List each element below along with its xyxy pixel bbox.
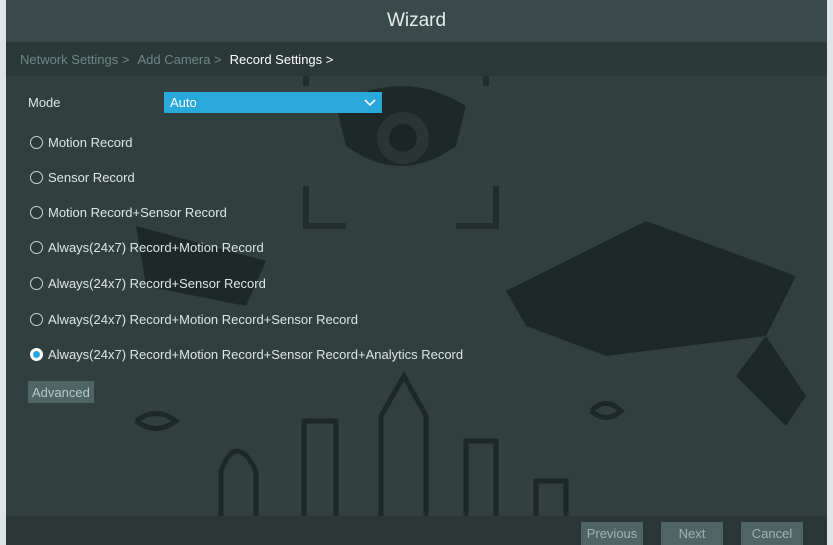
mode-label: Mode — [28, 95, 61, 110]
mode-select[interactable]: Auto — [164, 92, 382, 113]
option-label: Always(24x7) Record+Motion Record — [48, 239, 264, 255]
mode-select-value: Auto — [170, 95, 197, 110]
radio-selected-icon[interactable] — [30, 347, 43, 361]
option-motion-record[interactable]: Motion Record — [30, 132, 133, 152]
advanced-button[interactable]: Advanced — [28, 381, 94, 403]
option-sensor-record[interactable]: Sensor Record — [30, 167, 135, 187]
option-label: Motion Record+Sensor Record — [48, 204, 227, 220]
option-always-motion-record[interactable]: Always(24x7) Record+Motion Record — [30, 237, 264, 257]
radio-icon[interactable] — [30, 240, 43, 254]
radio-icon[interactable] — [30, 276, 43, 290]
option-label: Sensor Record — [48, 169, 135, 185]
radio-icon[interactable] — [30, 135, 43, 149]
wizard-window: Wizard Network Settings > Add Camera > R… — [6, 0, 827, 545]
breadcrumb-add-camera[interactable]: Add Camera > — [137, 52, 221, 67]
chevron-down-icon — [364, 95, 376, 110]
option-label: Always(24x7) Record+Motion Record+Sensor… — [48, 346, 464, 362]
breadcrumb-network-settings[interactable]: Network Settings > — [20, 52, 129, 67]
radio-icon[interactable] — [30, 312, 43, 326]
option-label: Always(24x7) Record+Motion Record+Sensor… — [48, 311, 358, 327]
option-always-motion-sensor-record[interactable]: Always(24x7) Record+Motion Record+Sensor… — [30, 309, 358, 329]
option-always-sensor-record[interactable]: Always(24x7) Record+Sensor Record — [30, 273, 266, 293]
record-settings-panel: Mode Auto Motion Record Sensor Record Mo… — [6, 76, 827, 496]
cancel-button[interactable]: Cancel — [741, 522, 803, 545]
previous-button[interactable]: Previous — [581, 522, 643, 545]
window-title: Wizard — [386, 10, 447, 31]
option-motion-sensor-record[interactable]: Motion Record+Sensor Record — [30, 202, 227, 222]
next-button[interactable]: Next — [661, 522, 723, 545]
breadcrumb-record-settings[interactable]: Record Settings > — [230, 52, 334, 67]
breadcrumb: Network Settings > Add Camera > Record S… — [6, 42, 827, 76]
option-always-motion-sensor-analytics-record[interactable]: Always(24x7) Record+Motion Record+Sensor… — [30, 344, 463, 364]
option-label: Motion Record — [48, 134, 133, 150]
radio-icon[interactable] — [30, 205, 43, 219]
window-titlebar: Wizard — [6, 0, 827, 42]
option-label: Always(24x7) Record+Sensor Record — [48, 275, 266, 291]
radio-icon[interactable] — [30, 170, 43, 184]
